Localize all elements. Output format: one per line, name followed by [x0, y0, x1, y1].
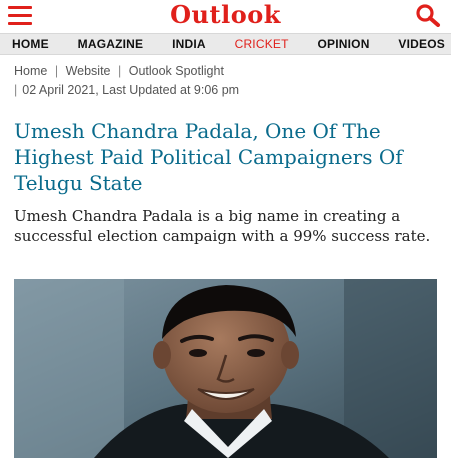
portrait-photo	[14, 279, 437, 458]
nav-item-opinion[interactable]: OPINION	[317, 37, 369, 51]
search-icon[interactable]	[415, 3, 441, 27]
top-bar: Outlook	[0, 0, 451, 30]
nav-item-magazine[interactable]: MAGAZINE	[78, 37, 144, 51]
article-hero-image	[14, 279, 437, 458]
breadcrumb-website[interactable]: Website	[66, 64, 111, 78]
nav-item-videos[interactable]: VIDEOS	[398, 37, 445, 51]
dateline: | 02 April 2021, Last Updated at 9:06 pm	[14, 83, 239, 97]
breadcrumb-separator: |	[54, 64, 59, 78]
article-title: Umesh Chandra Padala, One Of The Highest…	[14, 119, 403, 195]
nav-item-cricket[interactable]: CRICKET	[235, 37, 289, 51]
outlook-logo[interactable]: Outlook	[0, 0, 451, 30]
breadcrumb-separator: |	[117, 64, 122, 78]
nav-item-home[interactable]: HOME	[12, 37, 49, 51]
main-nav: HOME MAGAZINE INDIA CRICKET OPINION VIDE…	[0, 33, 451, 55]
publish-date: 02 April 2021, Last Updated at 9:06 pm	[22, 83, 240, 97]
nav-item-india[interactable]: INDIA	[172, 37, 206, 51]
article-subtitle: Umesh Chandra Padala is a big name in cr…	[14, 207, 431, 245]
dateline-separator: |	[14, 83, 18, 97]
breadcrumb: Home | Website | Outlook Spotlight	[14, 64, 224, 78]
breadcrumb-outlook-spotlight[interactable]: Outlook Spotlight	[129, 64, 224, 78]
breadcrumb-home[interactable]: Home	[14, 64, 47, 78]
